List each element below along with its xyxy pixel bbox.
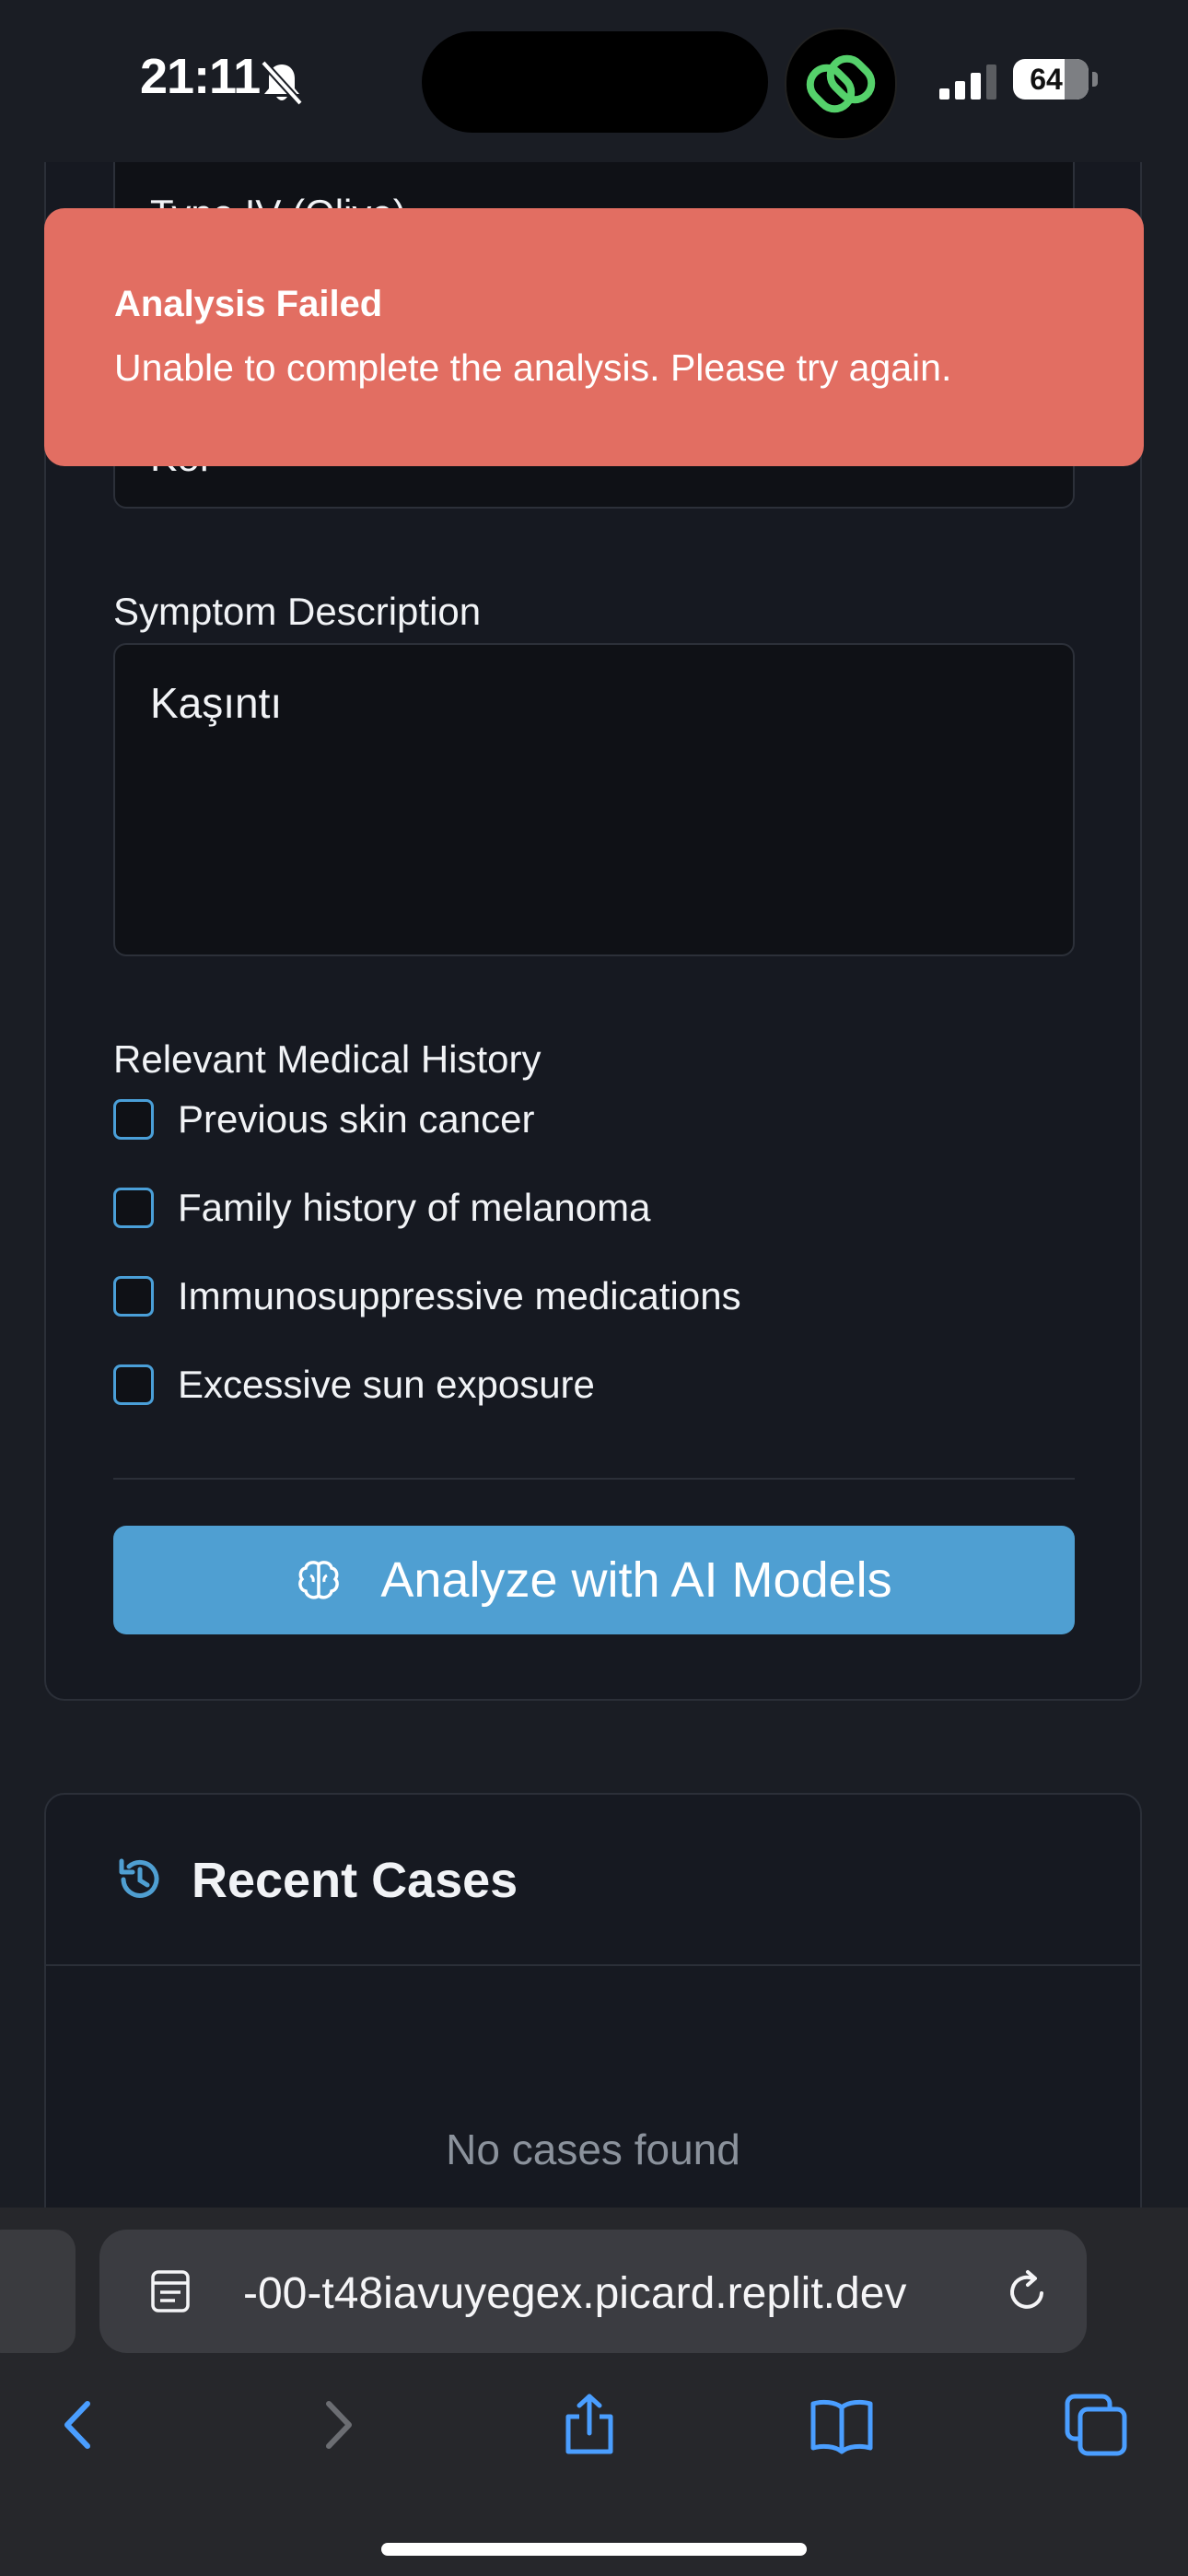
checkbox[interactable] bbox=[113, 1276, 154, 1317]
previous-tab-preview[interactable] bbox=[0, 2230, 76, 2353]
battery-level: 64 bbox=[1030, 63, 1063, 96]
recent-cases-title: Recent Cases bbox=[192, 1853, 518, 1908]
status-time: 21:11 bbox=[140, 49, 261, 104]
tabs-button[interactable] bbox=[1059, 2388, 1133, 2462]
signal-icon bbox=[939, 64, 996, 100]
recent-cases-header: Recent Cases bbox=[46, 1795, 1140, 1966]
battery-tip bbox=[1092, 72, 1098, 87]
toast-title: Analysis Failed bbox=[114, 284, 383, 324]
history-option-label: Excessive sun exposure bbox=[178, 1363, 595, 1406]
link-app-icon bbox=[785, 28, 897, 140]
checkbox[interactable] bbox=[113, 1188, 154, 1228]
error-toast[interactable]: Analysis Failed Unable to complete the a… bbox=[44, 208, 1144, 466]
url-text: -00-t48iavuyegex.picard.replit.dev bbox=[243, 2269, 907, 2318]
reload-icon[interactable] bbox=[1002, 2266, 1052, 2316]
tabs-icon bbox=[1065, 2394, 1127, 2456]
bookmarks-button[interactable] bbox=[805, 2388, 879, 2462]
history-option[interactable]: Excessive sun exposure bbox=[113, 1362, 595, 1408]
empty-state-text: No cases found bbox=[446, 2125, 740, 2173]
forward-icon bbox=[326, 2401, 352, 2449]
bell-slash-icon bbox=[261, 60, 303, 106]
address-bar[interactable]: -00-t48iavuyegex.picard.replit.dev bbox=[99, 2230, 1087, 2353]
analyze-button-label: Analyze with AI Models bbox=[380, 1552, 892, 1608]
toast-message: Unable to complete the analysis. Please … bbox=[114, 346, 952, 389]
analyze-button[interactable]: Analyze with AI Models bbox=[113, 1526, 1075, 1634]
symptom-textarea[interactable]: Kaşıntı bbox=[113, 643, 1075, 956]
symptom-label: Symptom Description bbox=[113, 590, 482, 633]
bookmarks-icon bbox=[810, 2399, 873, 2454]
forward-button[interactable] bbox=[300, 2388, 374, 2462]
reader-icon[interactable] bbox=[147, 2268, 193, 2314]
history-label: Relevant Medical History bbox=[113, 1037, 542, 1081]
history-option[interactable]: Previous skin cancer bbox=[113, 1096, 535, 1142]
battery-icon: 64 bbox=[1013, 59, 1089, 100]
history-option[interactable]: Family history of melanoma bbox=[113, 1185, 651, 1231]
status-bar: 21:11 64 bbox=[0, 0, 1188, 162]
symptom-value: Kaşıntı bbox=[150, 679, 283, 727]
browser-toolbar: -00-t48iavuyegex.picard.replit.dev bbox=[0, 2207, 1188, 2576]
share-icon bbox=[565, 2394, 613, 2454]
history-option-label: Family history of melanoma bbox=[178, 1186, 651, 1229]
recent-cases-card: Recent Cases No cases found bbox=[44, 1793, 1142, 2254]
history-icon bbox=[119, 1858, 159, 1898]
share-button[interactable] bbox=[553, 2388, 626, 2462]
home-indicator[interactable] bbox=[381, 2543, 807, 2556]
dynamic-island bbox=[422, 31, 768, 133]
checkbox[interactable] bbox=[113, 1364, 154, 1405]
divider bbox=[113, 1478, 1075, 1480]
checkbox[interactable] bbox=[113, 1099, 154, 1140]
history-option[interactable]: Immunosuppressive medications bbox=[113, 1273, 741, 1319]
history-option-label: Immunosuppressive medications bbox=[178, 1274, 741, 1317]
brain-icon bbox=[298, 1561, 340, 1599]
back-button[interactable] bbox=[42, 2388, 116, 2462]
history-option-label: Previous skin cancer bbox=[178, 1097, 535, 1141]
back-icon bbox=[64, 2401, 90, 2449]
